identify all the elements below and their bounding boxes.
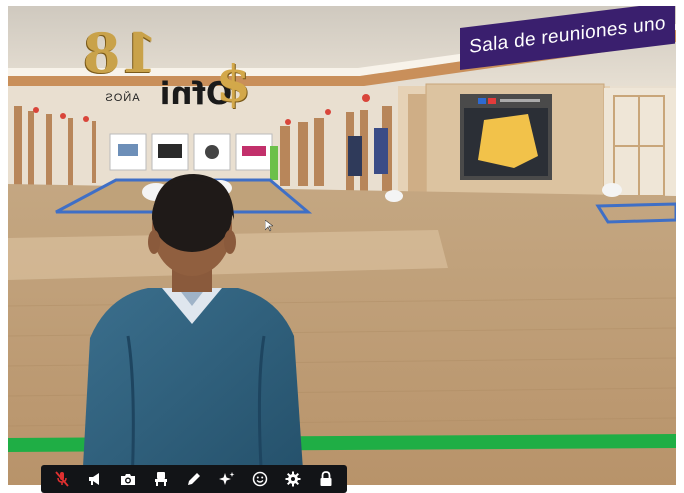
settings-button[interactable] xyxy=(280,468,306,490)
mute-mic-button[interactable] xyxy=(49,468,75,490)
megaphone-button[interactable] xyxy=(82,468,108,490)
effects-button[interactable] xyxy=(214,468,240,490)
beanbag xyxy=(602,183,622,197)
emoji-icon xyxy=(252,471,268,487)
logo-anos-text: AÑOS xyxy=(104,92,140,104)
lock-icon xyxy=(320,471,332,486)
camera-icon xyxy=(120,474,135,485)
megaphone-icon xyxy=(88,473,99,485)
virtual-world-viewport[interactable]: Sala de reuniones uno 18 AÑOS Ofni $ xyxy=(8,6,676,485)
lock-button[interactable] xyxy=(313,468,339,490)
pencil-icon xyxy=(187,473,200,485)
logo-dollar-sign: $ xyxy=(216,54,251,113)
mic-muted-icon xyxy=(54,471,69,487)
gear-icon xyxy=(285,471,301,487)
camera-button[interactable] xyxy=(115,468,141,490)
mouse-pointer-icon xyxy=(265,220,273,232)
beanbag xyxy=(385,190,403,202)
bottom-toolbar xyxy=(41,465,347,493)
emoji-button[interactable] xyxy=(247,468,273,490)
seat-icon xyxy=(154,472,167,486)
sparkle-icon xyxy=(219,472,235,485)
sit-button[interactable] xyxy=(148,468,174,490)
draw-button[interactable] xyxy=(181,468,207,490)
